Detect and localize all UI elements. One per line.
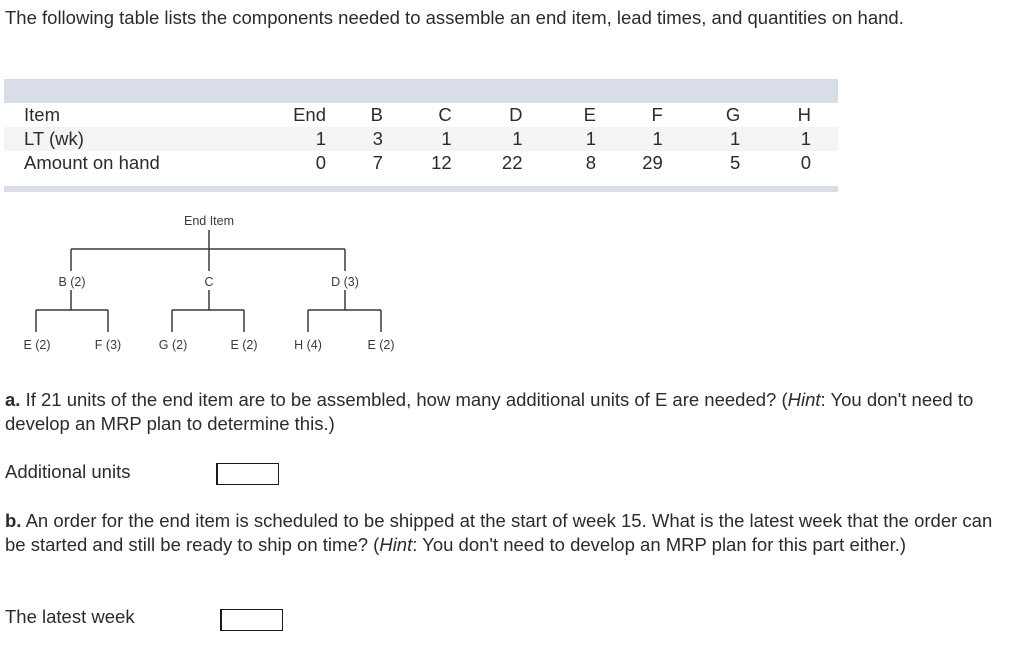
question-a-prefix: a.	[5, 389, 21, 410]
table-cell: 1	[595, 127, 663, 151]
question-a-text: If 21 units of the end item are to be as…	[20, 389, 788, 410]
tree-node-e: E (2)	[230, 338, 258, 352]
tree-node-e: E (2)	[367, 338, 395, 352]
components-grid: Item End B C D E F G H LT (wk) 1 3 1 1 1…	[4, 103, 838, 175]
table-cell: 29	[642, 152, 663, 173]
tree-node-h: H (4)	[294, 338, 322, 352]
tree-node-d: D (3)	[331, 275, 359, 289]
answer-row-b: The latest week	[5, 605, 283, 631]
additional-units-label: Additional units	[5, 461, 131, 482]
table-cell: 1	[740, 127, 838, 151]
table-cell: 5	[730, 152, 741, 173]
table-cell: B	[370, 104, 383, 125]
tree-node-g: G (2)	[158, 338, 188, 352]
tree-node-c: C	[204, 275, 214, 289]
intro-text: The following table lists the components…	[5, 7, 904, 28]
table-cell: 12	[431, 152, 452, 173]
tree-node-f: F (3)	[94, 338, 122, 352]
table-row-lead-time: LT (wk) 1 3 1 1 1 1 1 1	[4, 127, 838, 151]
tree-node-b: B (2)	[58, 275, 86, 289]
table-cell: C	[438, 104, 452, 125]
table-cell: 0	[800, 152, 811, 173]
question-b-prefix: b.	[5, 510, 22, 531]
question-b-hint-label: Hint	[379, 534, 413, 555]
table-cell: G	[725, 104, 741, 125]
answer-row-a: Additional units	[5, 460, 279, 485]
table-cell: 3	[326, 127, 383, 151]
table-cell: 22	[501, 152, 523, 173]
table-cell: H	[797, 104, 811, 125]
question-a-hint-label: Hint	[787, 389, 821, 410]
components-table: Item End B C D E F G H LT (wk) 1 3 1 1 1…	[4, 79, 838, 192]
latest-week-label: The latest week	[5, 606, 135, 627]
table-row-item: Item End B C D E F G H	[4, 103, 838, 127]
row-label: Amount on hand	[24, 152, 160, 173]
table-cell: 7	[372, 152, 383, 173]
table-cell: 1	[382, 127, 452, 151]
product-structure-tree: End Item B (2) C D (3) E (2) F (3) G (2)…	[0, 205, 420, 370]
table-cell: 1	[662, 127, 741, 151]
additional-units-input[interactable]	[216, 463, 279, 485]
table-cell: 1	[451, 127, 523, 151]
table-cell: F	[651, 104, 663, 125]
latest-week-input[interactable]	[220, 609, 283, 631]
row-label: Item	[24, 104, 60, 125]
table-cell: 1	[522, 127, 596, 151]
table-row-amount-on-hand: Amount on hand 0 7 12 22 8 29 5 0	[4, 151, 838, 175]
row-label: LT (wk)	[4, 127, 221, 151]
question-a: a. If 21 units of the end item are to be…	[5, 388, 1005, 436]
question-b-hint-text: : You don't need to develop an MRP plan …	[412, 534, 907, 555]
tree-node-root: End Item	[183, 214, 235, 228]
tree-node-e: E (2)	[23, 338, 51, 352]
table-cell: 0	[315, 152, 326, 173]
table-cell: End	[293, 104, 326, 125]
question-b: b. An order for the end item is schedule…	[5, 509, 1005, 557]
table-cell: 1	[220, 127, 326, 151]
table-header-band	[4, 79, 838, 103]
table-cell: D	[509, 104, 523, 125]
table-cell: E	[583, 104, 596, 125]
table-footer-band	[4, 186, 838, 192]
table-cell: 8	[585, 152, 596, 173]
